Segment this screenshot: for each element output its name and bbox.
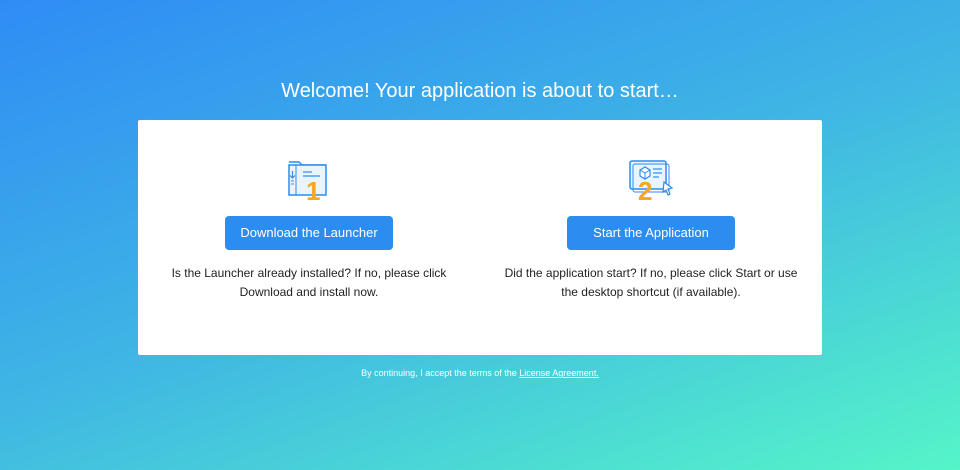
start-description: Did the application start? If no, please…: [504, 266, 798, 299]
page-title: Welcome! Your application is about to st…: [281, 80, 679, 102]
folder-download-icon: 1: [288, 161, 327, 204]
launcher-card: 1 Download the Launcher Is the Launcher …: [138, 120, 822, 355]
step-number-2: 2: [638, 176, 652, 204]
license-notice: By continuing, I accept the terms of the…: [0, 368, 960, 378]
download-description: Is the Launcher already installed? If no…: [171, 266, 447, 299]
download-launcher-button[interactable]: Download the Launcher: [225, 216, 393, 250]
step-start: 2 Start the Application Did the applicat…: [480, 154, 822, 302]
license-agreement-link[interactable]: License Agreement.: [519, 368, 599, 378]
license-notice-text: By continuing, I accept the terms of the: [361, 368, 517, 378]
step-number-1: 1: [306, 176, 320, 204]
step-download: 1 Download the Launcher Is the Launcher …: [138, 154, 480, 302]
app-window-cursor-icon: 2: [629, 160, 674, 204]
start-application-button[interactable]: Start the Application: [567, 216, 735, 250]
